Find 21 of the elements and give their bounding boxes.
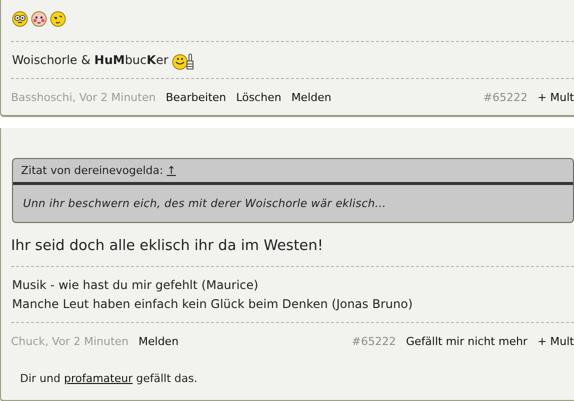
post-author: Basshoschi, Vor 2 Minuten	[11, 90, 156, 104]
signature-text: Woischorle & HuMbucKer	[12, 52, 168, 69]
post-action-link[interactable]: + Mult	[537, 334, 574, 348]
quote-header: Zitat von dereinevogelda:	[21, 164, 164, 177]
post-text: Ihr seid doch alle eklisch ihr da im Westen!	[11, 237, 324, 256]
signature-text: Manche Leut haben einfach kein Glück beim Denken (Jonas Bruno)	[12, 296, 413, 313]
post-action-link[interactable]: Melden	[291, 90, 332, 104]
post-action-link[interactable]: Gefällt mir nicht mehr	[406, 334, 528, 348]
signature-text: Musik - wie hast du mir gefehlt (Maurice)	[12, 277, 258, 294]
post-action-link[interactable]: Bearbeiten	[166, 90, 226, 104]
post-action-link[interactable]: Löschen	[236, 90, 282, 104]
user-link[interactable]: profamateur	[64, 372, 133, 385]
post-action-link[interactable]: Melden	[138, 334, 179, 348]
smiley-icon	[50, 11, 66, 27]
smiley-icon	[12, 11, 28, 27]
quote-link[interactable]: ↑	[166, 164, 176, 177]
post-author: Chuck, Vor 2 Minuten	[11, 334, 128, 348]
smiley-icon	[31, 11, 47, 27]
likes-text: Dir und profamateur gefällt das.	[19, 371, 198, 387]
quote-text: Unn ihr beschwern eich, des mit derer Woischorle wär eklisch...	[22, 196, 388, 212]
post-action-link[interactable]: + Mult	[537, 90, 574, 104]
